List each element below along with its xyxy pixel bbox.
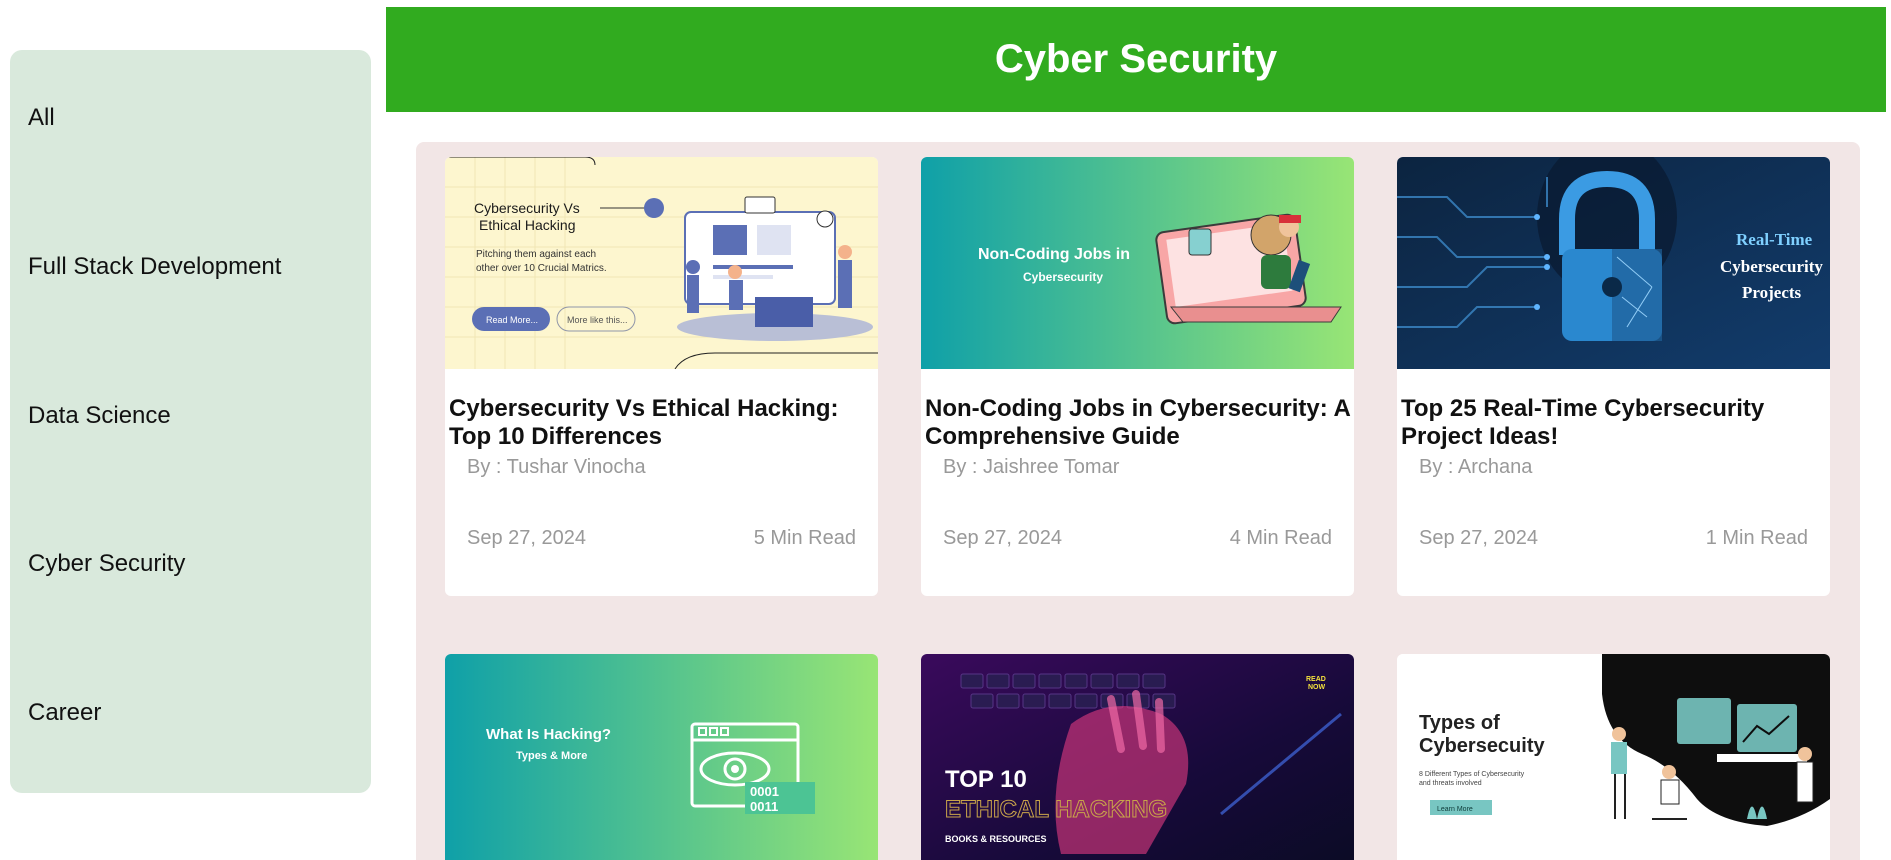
article-thumbnail[interactable]: What Is Hacking? Types & More 0001 0011	[445, 654, 878, 860]
thumb-line-1: Non-Coding Jobs in	[978, 246, 1130, 263]
category-header: Cyber Security	[386, 7, 1886, 112]
article-thumbnail[interactable]: Types of Cybersecuity 8 Different Types …	[1397, 654, 1830, 860]
article-author: By : Jaishree Tomar	[943, 456, 1120, 478]
article-read-time: 5 Min Read	[753, 527, 856, 549]
thumb-heading-2: Ethical Hacking	[479, 217, 576, 233]
article-title[interactable]: Cybersecurity Vs Ethical Hacking: Top 10…	[449, 395, 874, 451]
article-card[interactable]: READ NOW TOP 10 ETHICAL HACKING BOOKS & …	[921, 654, 1354, 860]
thumb-line-2: Types & More	[516, 750, 587, 762]
thumb-line-1: Real-Time	[1736, 230, 1813, 249]
sidebar-item-cyber-security[interactable]: Cyber Security	[28, 550, 185, 578]
thumb-read-more-label: Read More...	[486, 315, 538, 325]
article-date: Sep 27, 2024	[467, 527, 586, 549]
thumb-line-1: TOP 10	[945, 766, 1027, 793]
article-author: By : Archana	[1419, 456, 1533, 478]
article-thumbnail[interactable]: Non-Coding Jobs in Cybersecurity	[921, 157, 1354, 369]
thumb-more-like-this-label: More like this...	[567, 315, 628, 325]
thumb-line-1: What Is Hacking?	[486, 726, 611, 743]
article-read-time: 1 Min Read	[1705, 527, 1808, 549]
article-title[interactable]: Top 25 Real-Time Cybersecurity Project I…	[1401, 395, 1826, 451]
thumb-heading-1: Cybersecurity Vs	[474, 200, 580, 216]
article-card[interactable]: Real-Time Cybersecurity Projects Top 25 …	[1397, 157, 1830, 596]
sidebar-item-all[interactable]: All	[28, 104, 55, 132]
thumb-line-2: ETHICAL HACKING	[945, 796, 1167, 823]
thumb-line-2: Cybersecuity	[1419, 735, 1545, 757]
article-card[interactable]: Cybersecurity Vs Ethical Hacking Pitchin…	[445, 157, 878, 596]
thumb-binary-1: 0001	[750, 784, 779, 799]
thumb-line-2: Cybersecurity	[1720, 257, 1823, 276]
category-sidebar: All Full Stack Development Data Science …	[10, 50, 371, 793]
article-thumbnail[interactable]: READ NOW TOP 10 ETHICAL HACKING BOOKS & …	[921, 654, 1354, 860]
article-title[interactable]: Non-Coding Jobs in Cybersecurity: A Comp…	[925, 395, 1350, 451]
article-author: By : Tushar Vinocha	[467, 456, 646, 478]
sidebar-item-career[interactable]: Career	[28, 699, 101, 727]
thumb-line-3: BOOKS & RESOURCES	[945, 834, 1047, 844]
thumb-line-3: Projects	[1742, 283, 1802, 302]
page-title: Cyber Security	[994, 37, 1278, 81]
sidebar-item-data-science[interactable]: Data Science	[28, 402, 171, 430]
sidebar-item-full-stack-development[interactable]: Full Stack Development	[28, 253, 281, 281]
article-card[interactable]: What Is Hacking? Types & More 0001 0011	[445, 654, 878, 860]
article-date: Sep 27, 2024	[943, 527, 1062, 549]
thumb-subtext-2: and threats involved	[1419, 780, 1482, 787]
thumb-binary-2: 0011	[750, 799, 778, 814]
article-grid: Cybersecurity Vs Ethical Hacking Pitchin…	[416, 142, 1860, 860]
thumb-line-1: Types of	[1419, 712, 1500, 734]
thumb-subtext-2: other over 10 Crucial Matrics.	[476, 263, 607, 274]
article-date: Sep 27, 2024	[1419, 527, 1538, 549]
thumb-corner-line-2: NOW	[1308, 684, 1326, 691]
page-root: All Full Stack Development Data Science …	[0, 0, 1891, 860]
article-card[interactable]: Types of Cybersecuity 8 Different Types …	[1397, 654, 1830, 860]
thumb-subtext-1: Pitching them against each	[476, 249, 596, 260]
article-thumbnail[interactable]: Real-Time Cybersecurity Projects	[1397, 157, 1830, 369]
thumb-corner-line-1: READ	[1306, 676, 1326, 683]
thumb-learn-more-label: Learn More	[1437, 806, 1473, 813]
article-thumbnail[interactable]: Cybersecurity Vs Ethical Hacking Pitchin…	[445, 157, 878, 369]
article-read-time: 4 Min Read	[1229, 527, 1332, 549]
thumb-line-2: Cybersecurity	[1023, 270, 1103, 284]
article-card[interactable]: Non-Coding Jobs in Cybersecurity Non-Cod…	[921, 157, 1354, 596]
thumb-subtext-1: 8 Different Types of Cybersecurity	[1419, 771, 1525, 778]
